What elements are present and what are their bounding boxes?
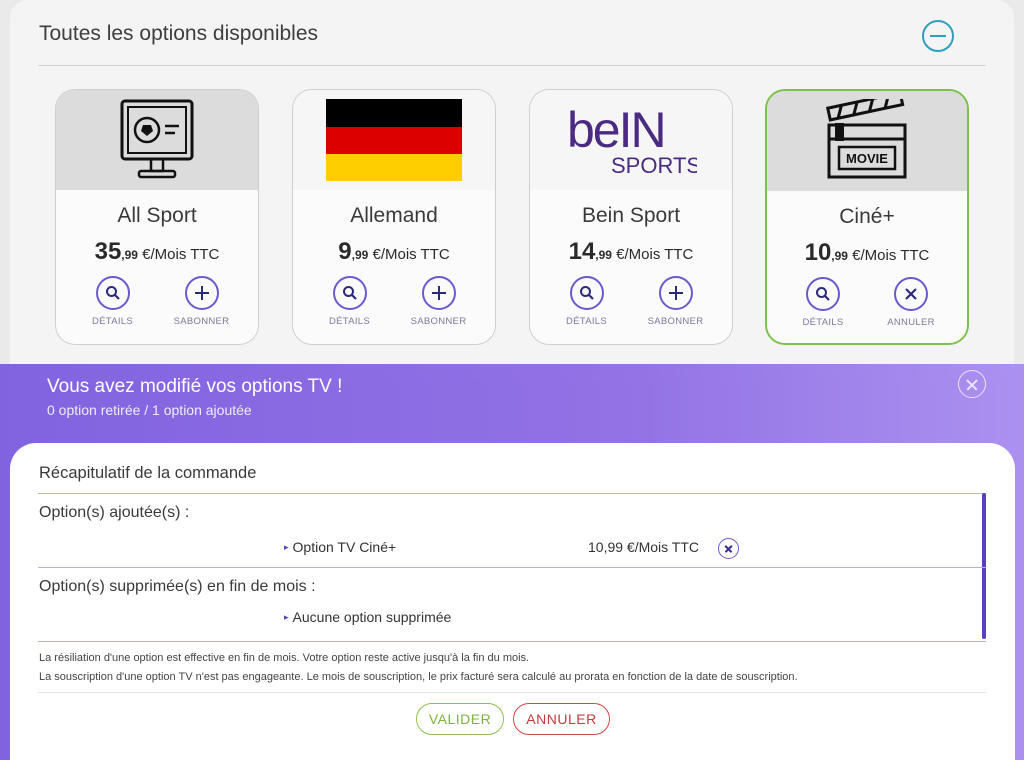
- details-label: DÉTAILS: [566, 316, 607, 327]
- subscribe-label: SABONNER: [173, 316, 230, 327]
- card-name: All Sport: [117, 204, 197, 227]
- search-icon: [332, 276, 367, 310]
- card-image-area: beIN SPORTS: [530, 90, 732, 190]
- band-title: Vous avez modifié vos options TV !: [47, 376, 343, 397]
- option-card-bein-sport: beIN SPORTS Bein Sport 14,99 €/Mois TTC …: [529, 89, 733, 345]
- added-option-item: Option TV Ciné+: [284, 539, 397, 555]
- subscribe-label: SABONNER: [647, 316, 704, 327]
- card-price: 9,99 €/Mois TTC: [338, 238, 450, 265]
- card-name: Ciné+: [839, 205, 895, 228]
- details-label: DÉTAILS: [329, 316, 370, 327]
- cancel-button[interactable]: ANNULER: [513, 703, 610, 735]
- svg-text:beIN: beIN: [567, 103, 665, 158]
- subscription-note: La souscription d'une option TV n'est pa…: [39, 671, 798, 683]
- movie-clapperboard-icon: MOVIE: [825, 99, 907, 179]
- bein-sports-logo: beIN SPORTS: [567, 103, 697, 177]
- unsubscribe-label: ANNULER: [887, 317, 935, 328]
- termination-note: La résiliation d'une option est effectiv…: [39, 652, 530, 664]
- search-icon: [95, 276, 130, 310]
- unsubscribe-button[interactable]: ANNULER: [871, 277, 951, 328]
- details-button[interactable]: DÉTAILS: [783, 277, 863, 328]
- collapse-minus-icon[interactable]: [922, 20, 954, 52]
- band-subtitle: 0 option retirée / 1 option ajoutée: [47, 402, 252, 418]
- card-image-area: [56, 90, 258, 190]
- option-card-all-sport: All Sport 35,99 €/Mois TTC DÉTAILS SABON…: [55, 89, 259, 345]
- germany-flag-icon: [326, 99, 462, 181]
- option-card-allemand: Allemand 9,99 €/Mois TTC DÉTAILS SABONNE…: [292, 89, 496, 345]
- subscribe-label: SABONNER: [410, 316, 467, 327]
- divider: [38, 493, 986, 494]
- divider: [38, 692, 986, 693]
- subscribe-button[interactable]: SABONNER: [162, 276, 242, 327]
- details-label: DÉTAILS: [92, 316, 133, 327]
- subscribe-button[interactable]: SABONNER: [636, 276, 716, 327]
- plus-icon: [421, 276, 456, 310]
- panel-title: Toutes les options disponibles: [39, 22, 319, 45]
- validate-button[interactable]: VALIDER: [416, 703, 504, 735]
- details-button[interactable]: DÉTAILS: [547, 276, 627, 327]
- remove-option-icon[interactable]: [718, 538, 739, 559]
- svg-text:SPORTS: SPORTS: [611, 153, 697, 177]
- card-name: Bein Sport: [581, 204, 681, 227]
- close-circle-icon[interactable]: [958, 370, 986, 398]
- divider: [38, 65, 986, 66]
- card-price: 35,99 €/Mois TTC: [94, 238, 220, 265]
- plus-icon: [184, 276, 219, 310]
- options-panel: Toutes les options disponibles All Sport…: [10, 0, 1014, 380]
- close-icon: [894, 277, 928, 311]
- added-options-label: Option(s) ajoutée(s) :: [39, 504, 190, 521]
- search-icon: [569, 276, 604, 310]
- svg-text:MOVIE: MOVIE: [846, 151, 888, 166]
- removed-options-label: Option(s) supprimée(s) en fin de mois :: [39, 578, 316, 595]
- added-option-price: 10,99 €/Mois TTC: [588, 539, 700, 555]
- plus-icon: [658, 276, 693, 310]
- card-name: Allemand: [350, 204, 438, 227]
- card-image-area: MOVIE: [767, 91, 967, 191]
- details-label: DÉTAILS: [802, 317, 844, 328]
- sport-monitor-icon: [120, 99, 194, 179]
- divider: [38, 567, 986, 568]
- divider: [38, 641, 986, 642]
- option-card-cine-plus: MOVIE Ciné+ 10,99 €/Mois TTC DÉTAILS ANN…: [765, 89, 969, 345]
- card-price: 14,99 €/Mois TTC: [568, 238, 694, 265]
- card-image-area: [293, 90, 495, 190]
- card-price: 10,99 €/Mois TTC: [804, 239, 930, 266]
- summary-title: Récapitulatif de la commande: [39, 464, 257, 482]
- search-icon: [806, 277, 840, 311]
- details-button[interactable]: DÉTAILS: [310, 276, 390, 327]
- details-button[interactable]: DÉTAILS: [73, 276, 153, 327]
- scrollbar[interactable]: [982, 493, 986, 639]
- order-summary: Récapitulatif de la commande Option(s) a…: [10, 443, 1015, 760]
- subscribe-button[interactable]: SABONNER: [399, 276, 479, 327]
- removed-option-item: Aucune option supprimée: [284, 609, 452, 625]
